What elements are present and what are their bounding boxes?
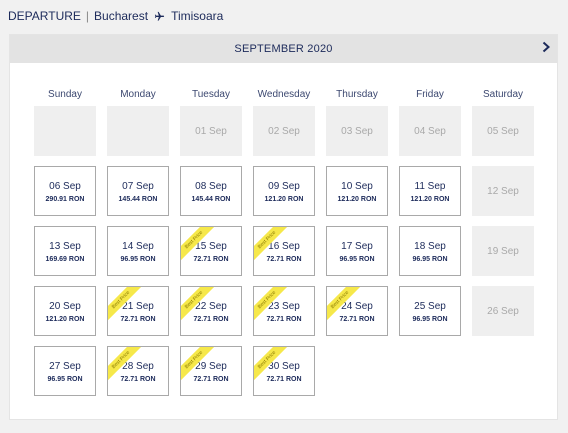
next-month-button[interactable] bbox=[535, 35, 557, 63]
day-price: 96.95 RON bbox=[412, 316, 448, 323]
day-price: 72.71 RON bbox=[266, 376, 302, 383]
unavailable-day-cell: 04 Sep bbox=[399, 106, 461, 156]
day-date: 19 Sep bbox=[487, 246, 519, 257]
day-cell[interactable]: Best Price 22 Sep 72.71 RON bbox=[180, 286, 242, 336]
chevron-right-icon bbox=[541, 40, 551, 58]
day-date: 17 Sep bbox=[341, 241, 373, 252]
day-cell[interactable]: Best Price 24 Sep 72.71 RON bbox=[326, 286, 388, 336]
day-cell[interactable]: Best Price 15 Sep 72.71 RON bbox=[180, 226, 242, 276]
destination-city: Timisoara bbox=[171, 9, 224, 23]
day-price: 96.95 RON bbox=[47, 376, 83, 383]
day-date: 02 Sep bbox=[268, 126, 300, 137]
day-price: 96.95 RON bbox=[120, 256, 156, 263]
empty-day-cell bbox=[34, 106, 96, 156]
day-price: 145.44 RON bbox=[118, 196, 158, 203]
day-date: 04 Sep bbox=[414, 126, 446, 137]
day-date: 07 Sep bbox=[122, 181, 154, 192]
origin-city: Bucharest bbox=[94, 9, 149, 23]
day-cell[interactable]: 09 Sep 121.20 RON bbox=[253, 166, 315, 216]
day-cell[interactable]: 18 Sep 96.95 RON bbox=[399, 226, 461, 276]
airplane-icon bbox=[154, 11, 165, 22]
day-date: 27 Sep bbox=[49, 361, 81, 372]
day-cell[interactable]: Best Price 21 Sep 72.71 RON bbox=[107, 286, 169, 336]
day-price: 145.44 RON bbox=[191, 196, 231, 203]
unavailable-day-cell: 02 Sep bbox=[253, 106, 315, 156]
day-price: 121.20 RON bbox=[45, 316, 85, 323]
day-cell[interactable]: 10 Sep 121.20 RON bbox=[326, 166, 388, 216]
day-date: 10 Sep bbox=[341, 181, 373, 192]
day-price: 72.71 RON bbox=[193, 316, 229, 323]
calendar-panel: SEPTEMBER 2020 Sunday Monday Tuesday Wednes… bbox=[9, 34, 558, 420]
month-title: SEPTEMBER 2020 bbox=[234, 43, 333, 55]
day-cell[interactable]: 08 Sep 145.44 RON bbox=[180, 166, 242, 216]
day-cell[interactable]: 25 Sep 96.95 RON bbox=[399, 286, 461, 336]
day-cell[interactable]: Best Price 16 Sep 72.71 RON bbox=[253, 226, 315, 276]
day-price: 96.95 RON bbox=[339, 256, 375, 263]
weekday-sunday: Sunday bbox=[48, 89, 82, 100]
day-date: 14 Sep bbox=[122, 241, 154, 252]
unavailable-day-cell: 01 Sep bbox=[180, 106, 242, 156]
unavailable-day-cell: 26 Sep bbox=[472, 286, 534, 336]
day-cell[interactable]: Best Price 29 Sep 72.71 RON bbox=[180, 346, 242, 396]
empty-day-cell bbox=[107, 106, 169, 156]
day-price: 72.71 RON bbox=[120, 376, 156, 383]
day-price: 290.91 RON bbox=[45, 196, 85, 203]
unavailable-day-cell: 12 Sep bbox=[472, 166, 534, 216]
day-cell[interactable]: Best Price 28 Sep 72.71 RON bbox=[107, 346, 169, 396]
day-date: 25 Sep bbox=[414, 301, 446, 312]
day-date: 11 Sep bbox=[414, 181, 446, 192]
weekday-wednesday: Wednesday bbox=[257, 89, 311, 100]
day-date: 03 Sep bbox=[341, 126, 373, 137]
day-price: 72.71 RON bbox=[266, 256, 302, 263]
day-cell[interactable]: 07 Sep 145.44 RON bbox=[107, 166, 169, 216]
departure-label: DEPARTURE bbox=[8, 9, 81, 23]
day-price: 121.20 RON bbox=[337, 196, 377, 203]
day-cell[interactable]: 20 Sep 121.20 RON bbox=[34, 286, 96, 336]
day-date: 12 Sep bbox=[487, 186, 519, 197]
weekday-saturday: Saturday bbox=[482, 89, 524, 100]
day-date: 05 Sep bbox=[487, 126, 519, 137]
unavailable-day-cell: 03 Sep bbox=[326, 106, 388, 156]
day-cell[interactable]: 14 Sep 96.95 RON bbox=[107, 226, 169, 276]
day-cell[interactable]: 27 Sep 96.95 RON bbox=[34, 346, 96, 396]
day-price: 169.69 RON bbox=[45, 256, 85, 263]
day-date: 09 Sep bbox=[268, 181, 300, 192]
day-date: 08 Sep bbox=[195, 181, 227, 192]
weekday-monday: Monday bbox=[120, 89, 156, 100]
weekday-friday: Friday bbox=[416, 89, 444, 100]
day-price: 121.20 RON bbox=[264, 196, 304, 203]
month-bar: SEPTEMBER 2020 bbox=[10, 35, 557, 63]
header-divider: | bbox=[85, 9, 90, 23]
day-price: 72.71 RON bbox=[120, 316, 156, 323]
day-date: 26 Sep bbox=[487, 306, 519, 317]
route-header: DEPARTURE | Bucharest Timisoara bbox=[8, 8, 223, 24]
day-cell[interactable]: 06 Sep 290.91 RON bbox=[34, 166, 96, 216]
day-price: 121.20 RON bbox=[410, 196, 450, 203]
day-cell[interactable]: Best Price 23 Sep 72.71 RON bbox=[253, 286, 315, 336]
day-date: 20 Sep bbox=[49, 301, 81, 312]
day-cell[interactable]: Best Price 30 Sep 72.71 RON bbox=[253, 346, 315, 396]
weekday-tuesday: Tuesday bbox=[192, 89, 230, 100]
day-cell[interactable]: 17 Sep 96.95 RON bbox=[326, 226, 388, 276]
day-price: 72.71 RON bbox=[193, 256, 229, 263]
unavailable-day-cell: 05 Sep bbox=[472, 106, 534, 156]
day-date: 06 Sep bbox=[49, 181, 81, 192]
day-price: 72.71 RON bbox=[266, 316, 302, 323]
unavailable-day-cell: 19 Sep bbox=[472, 226, 534, 276]
day-date: 01 Sep bbox=[195, 126, 227, 137]
day-price: 72.71 RON bbox=[193, 376, 229, 383]
day-price: 72.71 RON bbox=[339, 316, 375, 323]
day-date: 13 Sep bbox=[49, 241, 81, 252]
day-price: 96.95 RON bbox=[412, 256, 448, 263]
day-date: 18 Sep bbox=[414, 241, 446, 252]
day-cell[interactable]: 13 Sep 169.69 RON bbox=[34, 226, 96, 276]
day-cell[interactable]: 11 Sep 121.20 RON bbox=[399, 166, 461, 216]
weekday-thursday: Thursday bbox=[336, 89, 378, 100]
